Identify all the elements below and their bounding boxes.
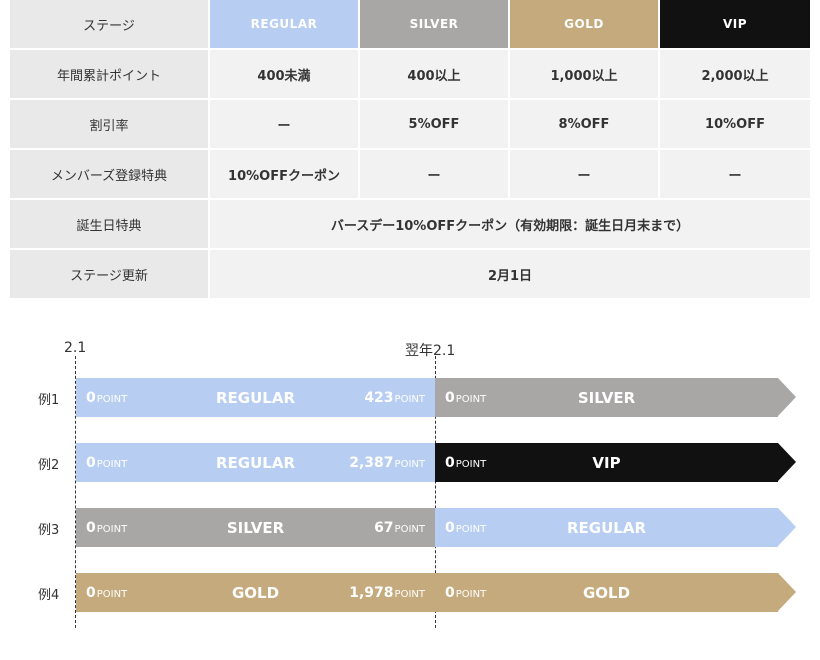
stage-header-label: ステージ (10, 0, 210, 50)
tier-header-vip: VIP (660, 0, 810, 50)
table-cell-span: バースデー10%OFFクーポン（有効期限：誕生日月末まで） (210, 200, 810, 250)
table-row: 割引率 ー 5%OFF 8%OFF 10%OFF (10, 100, 810, 150)
timeline-start-label: 2.1 (64, 340, 87, 356)
next-stage-bar: 0POINT REGULAR (435, 508, 778, 547)
table-cell-span: 2月1日 (210, 250, 810, 300)
current-stage-bar: 0POINT GOLD 1,978POINT (76, 573, 435, 612)
table-cell: ー (660, 150, 810, 200)
table-cell: 2,000以上 (660, 50, 810, 100)
example-label: 例4 (38, 588, 60, 603)
stage-name: GOLD (582, 583, 631, 602)
table-cell: ー (510, 150, 660, 200)
table-cell: ー (210, 100, 360, 150)
table-row: 誕生日特典 バースデー10%OFFクーポン（有効期限：誕生日月末まで） (10, 200, 810, 250)
row-label: 誕生日特典 (10, 200, 210, 250)
current-stage-bar: 0POINT SILVER 67POINT (76, 508, 435, 547)
table-cell: 8%OFF (510, 100, 660, 150)
table-cell: 1,000以上 (510, 50, 660, 100)
table-cell: 10%OFFクーポン (210, 150, 360, 200)
end-points: 67POINT (374, 519, 425, 536)
end-points: 2,387POINT (349, 454, 425, 471)
row-label: メンバーズ登録特典 (10, 150, 210, 200)
tier-header-regular: REGULAR (210, 0, 360, 50)
example-label: 例1 (38, 393, 60, 408)
current-stage-bar: 0POINT REGULAR 2,387POINT (76, 443, 435, 482)
row-label: ステージ更新 (10, 250, 210, 300)
next-stage-bar: 0POINT SILVER (435, 378, 778, 417)
example-label: 例2 (38, 458, 60, 473)
row-label: 割引率 (10, 100, 210, 150)
table-cell: 5%OFF (360, 100, 510, 150)
arrow-head (778, 443, 796, 481)
table-cell: 400以上 (360, 50, 510, 100)
row-label: 年間累計ポイント (10, 50, 210, 100)
end-points: 423POINT (364, 389, 425, 406)
table-cell: 10%OFF (660, 100, 810, 150)
table-row: ステージ更新 2月1日 (10, 250, 810, 300)
current-stage-bar: 0POINT REGULAR 423POINT (76, 378, 435, 417)
stage-table: ステージ REGULAR SILVER GOLD VIP 年間累計ポイント 40… (10, 0, 810, 300)
next-stage-bar: 0POINT GOLD (435, 573, 778, 612)
table-row: メンバーズ登録特典 10%OFFクーポン ー ー ー (10, 150, 810, 200)
timeline-end-label: 翌年2.1 (405, 343, 456, 359)
table-row: 年間累計ポイント 400未満 400以上 1,000以上 2,000以上 (10, 50, 810, 100)
arrow-head (778, 508, 796, 546)
table-cell: ー (360, 150, 510, 200)
arrow-head (778, 378, 796, 416)
table-header-row: ステージ REGULAR SILVER GOLD VIP (10, 0, 810, 50)
stage-name: REGULAR (566, 518, 646, 537)
arrow-head (778, 573, 796, 611)
tier-header-silver: SILVER (360, 0, 510, 50)
stage-name: VIP (592, 453, 621, 472)
end-points: 1,978POINT (349, 584, 425, 601)
example-label: 例3 (38, 523, 60, 538)
table-cell: 400未満 (210, 50, 360, 100)
next-stage-bar: 0POINT VIP (435, 443, 778, 482)
stage-name: SILVER (577, 388, 636, 407)
tier-header-gold: GOLD (510, 0, 660, 50)
